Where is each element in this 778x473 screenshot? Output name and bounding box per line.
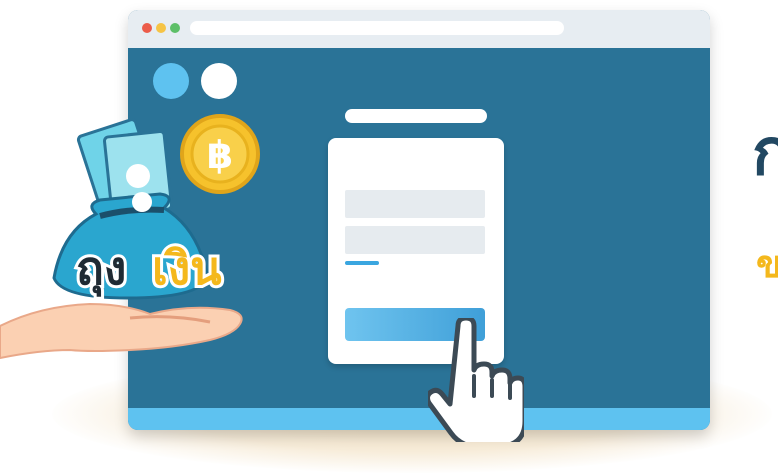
browser-footer-strip xyxy=(128,408,710,430)
open-hand xyxy=(0,302,243,360)
password-input[interactable] xyxy=(345,226,485,254)
minimize-dot-icon[interactable] xyxy=(156,23,166,33)
logo-text-black: ถุง xyxy=(76,241,126,297)
avatar-placeholder-blue xyxy=(153,63,189,99)
money-bag-illustration: ฿ ถุง เงิน xyxy=(0,114,260,360)
logo-text-yellow: เงิน xyxy=(152,241,222,295)
address-bar[interactable] xyxy=(190,21,564,35)
username-input[interactable] xyxy=(345,190,485,218)
forgot-link-placeholder[interactable] xyxy=(345,261,379,265)
side-heading-line2: ข xyxy=(756,244,778,286)
side-heading-clip: ก ข xyxy=(740,100,778,320)
close-dot-icon[interactable] xyxy=(142,23,152,33)
avatar-placeholder-white xyxy=(201,63,237,99)
banknote-emblem xyxy=(126,164,150,188)
side-heading-line1: ก xyxy=(752,116,778,188)
browser-titlebar xyxy=(128,10,710,48)
form-title-placeholder xyxy=(345,109,487,123)
bag-coin-icon xyxy=(132,192,152,212)
maximize-dot-icon[interactable] xyxy=(170,23,180,33)
coin-symbol: ฿ xyxy=(207,133,233,177)
pointer-hand-icon xyxy=(428,318,524,442)
